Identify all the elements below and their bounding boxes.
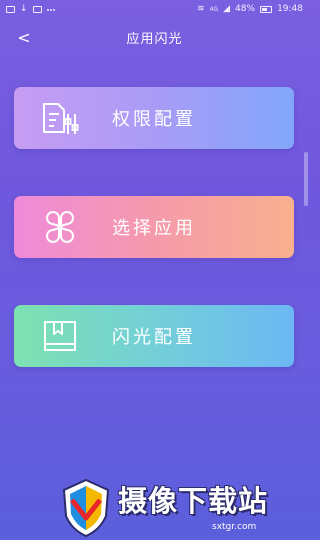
status-bar: ↓ ≋ 4G ◢ 48% 19:48	[0, 0, 309, 18]
watermark: 摄像下载站 sxtgr.com	[60, 474, 308, 540]
status-right: ≋ 4G ◢ 48% 19:48	[197, 4, 303, 14]
watermark-text: 摄像下载站	[118, 484, 269, 518]
page-title: 应用闪光	[126, 31, 183, 47]
wifi-icon: ≋	[197, 4, 205, 14]
clock: 19:48	[277, 4, 303, 14]
flash-settings-label: 闪光配置	[112, 327, 196, 348]
signal-icon: ◢	[223, 4, 231, 14]
title-bar: < 应用闪光	[0, 22, 309, 52]
more-notifications-icon	[46, 4, 56, 14]
back-button[interactable]: <	[12, 25, 36, 49]
watermark-url: sxtgr.com	[212, 522, 257, 532]
permission-settings-label: 权限配置	[112, 109, 196, 130]
flash-settings-button[interactable]: 闪光配置	[14, 305, 294, 367]
permission-settings-button[interactable]: 权限配置	[14, 87, 294, 149]
scrollbar[interactable]	[304, 152, 308, 206]
download-notification-icon: ↓	[20, 4, 28, 14]
shield-logo-icon	[62, 478, 110, 538]
bag-notification-icon	[32, 5, 42, 13]
network-type: 4G	[209, 5, 219, 13]
battery-percent: 48%	[235, 4, 256, 14]
battery-icon	[260, 5, 273, 13]
select-apps-label: 选择应用	[112, 218, 196, 239]
gallery-notification-icon	[6, 5, 15, 13]
select-apps-button[interactable]: 选择应用	[14, 196, 294, 258]
back-arrow-icon: <	[17, 27, 31, 47]
status-left: ↓	[6, 4, 56, 14]
